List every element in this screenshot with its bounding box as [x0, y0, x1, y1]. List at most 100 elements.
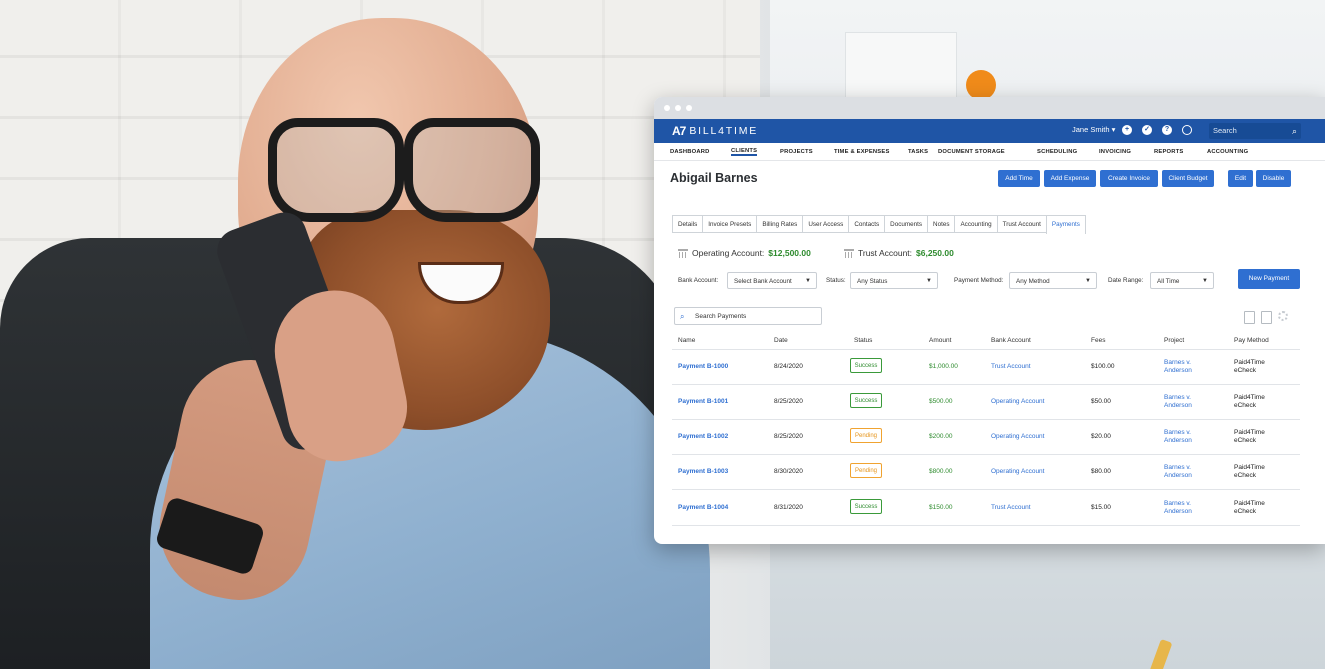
- nav-clients[interactable]: CLIENTS: [731, 148, 758, 156]
- date-range-value: All Time: [1157, 278, 1180, 285]
- row-divider: [672, 419, 1300, 420]
- project-link[interactable]: Barnes v. Anderson: [1164, 394, 1192, 409]
- bank-account-link[interactable]: Operating Account: [991, 433, 1044, 440]
- col-pay-method[interactable]: Pay Method: [1234, 337, 1269, 344]
- trust-account-summary: Trust Account: $6,250.00: [844, 248, 954, 258]
- pay-method-line: Paid4Time: [1234, 464, 1265, 471]
- plus-icon[interactable]: +: [1122, 125, 1132, 135]
- bank-account-link[interactable]: Trust Account: [991, 504, 1031, 511]
- pay-method-line: eCheck: [1234, 436, 1257, 444]
- payment-name[interactable]: Payment B-1004: [678, 504, 728, 511]
- caret-down-icon: ▼: [805, 278, 811, 284]
- tab-payments[interactable]: Payments: [1045, 215, 1086, 234]
- search-payments-input[interactable]: ⌕ Search Payments: [674, 307, 822, 325]
- edit-button[interactable]: Edit: [1228, 170, 1253, 187]
- payment-date: 8/24/2020: [774, 363, 803, 370]
- user-menu[interactable]: Jane Smith ▾: [1072, 125, 1115, 134]
- brand-name: BILL4TIME: [689, 125, 759, 137]
- disable-button[interactable]: Disable: [1256, 170, 1291, 187]
- project-link[interactable]: Barnes v. Anderson: [1164, 500, 1192, 515]
- nav-reports[interactable]: REPORTS: [1154, 149, 1183, 155]
- main-nav: DASHBOARD CLIENTS PROJECTS TIME & EXPENS…: [654, 143, 1325, 161]
- tab-contacts[interactable]: Contacts: [848, 215, 886, 232]
- tab-documents[interactable]: Documents: [884, 215, 929, 232]
- window-titlebar: [654, 97, 1325, 119]
- pay-method-line: eCheck: [1234, 471, 1257, 479]
- table-tools: [1244, 311, 1288, 324]
- pay-method: Paid4Time eCheck: [1234, 394, 1265, 409]
- date-range-select[interactable]: All Time ▼: [1150, 272, 1214, 289]
- status-select[interactable]: Any Status ▼: [850, 272, 938, 289]
- nav-accounting[interactable]: ACCOUNTING: [1207, 149, 1248, 155]
- row-divider: [672, 384, 1300, 385]
- add-time-button[interactable]: Add Time: [998, 170, 1040, 187]
- nav-document-storage[interactable]: DOCUMENT STORAGE: [938, 149, 1005, 155]
- bank-account-link[interactable]: Operating Account: [991, 468, 1044, 475]
- col-project[interactable]: Project: [1164, 337, 1184, 344]
- project-line: Barnes v.: [1164, 464, 1191, 471]
- status-badge: Success: [850, 499, 882, 514]
- operating-account-label: Operating Account:: [692, 248, 765, 258]
- bank-account-select[interactable]: Select Bank Account ▼: [727, 272, 817, 289]
- help-icon[interactable]: ?: [1162, 125, 1172, 135]
- tab-user-access[interactable]: User Access: [802, 215, 850, 232]
- pinned-paper: [845, 32, 957, 104]
- tab-invoice-presets[interactable]: Invoice Presets: [702, 215, 758, 232]
- create-invoice-button[interactable]: Create Invoice: [1100, 170, 1158, 187]
- bank-icon: [844, 248, 854, 258]
- project-link[interactable]: Barnes v. Anderson: [1164, 429, 1192, 444]
- payment-name[interactable]: Payment B-1001: [678, 398, 728, 405]
- pay-method: Paid4Time eCheck: [1234, 429, 1265, 444]
- nav-invoicing[interactable]: INVOICING: [1099, 149, 1131, 155]
- check-icon[interactable]: ✓: [1142, 125, 1152, 135]
- payment-name[interactable]: Payment B-1002: [678, 433, 728, 440]
- tab-billing-rates[interactable]: Billing Rates: [756, 215, 804, 232]
- logo[interactable]: A7 BILL4TIME: [672, 124, 758, 138]
- payment-filters: Bank Account: Select Bank Account ▼ Stat…: [678, 272, 1325, 290]
- app-header: A7 BILL4TIME Jane Smith ▾ + ✓ ? Search ⌕: [654, 119, 1325, 143]
- status-value: Any Status: [857, 278, 888, 285]
- tab-accounting[interactable]: Accounting: [954, 215, 998, 232]
- export-excel-icon[interactable]: [1244, 311, 1255, 324]
- page-title: Abigail Barnes: [670, 171, 758, 185]
- window-dot: [686, 105, 692, 111]
- bank-account-link[interactable]: Trust Account: [991, 363, 1031, 370]
- project-line: Anderson: [1164, 401, 1192, 409]
- bank-account-link[interactable]: Operating Account: [991, 398, 1044, 405]
- payment-date: 8/31/2020: [774, 504, 803, 511]
- payment-method-select[interactable]: Any Method ▼: [1009, 272, 1097, 289]
- tab-trust-account[interactable]: Trust Account: [996, 215, 1047, 232]
- col-fees[interactable]: Fees: [1091, 337, 1105, 344]
- col-amount[interactable]: Amount: [929, 337, 951, 344]
- search-placeholder: Search: [1213, 126, 1237, 135]
- client-tabs: Details Invoice Presets Billing Rates Us…: [672, 215, 1086, 234]
- add-expense-button[interactable]: Add Expense: [1044, 170, 1096, 187]
- col-status[interactable]: Status: [854, 337, 872, 344]
- nav-projects[interactable]: PROJECTS: [780, 149, 813, 155]
- new-payment-button[interactable]: New Payment: [1238, 269, 1300, 289]
- gear-icon[interactable]: [1278, 311, 1288, 321]
- project-link[interactable]: Barnes v. Anderson: [1164, 464, 1192, 479]
- nav-scheduling[interactable]: SCHEDULING: [1037, 149, 1077, 155]
- nav-dashboard[interactable]: DASHBOARD: [670, 149, 709, 155]
- nav-time-expenses[interactable]: TIME & EXPENSES: [834, 149, 890, 155]
- operating-account-value: $12,500.00: [768, 248, 811, 258]
- client-budget-button[interactable]: Client Budget: [1162, 170, 1214, 187]
- tab-notes[interactable]: Notes: [927, 215, 956, 232]
- payment-amount: $500.00: [929, 398, 953, 405]
- pay-method: Paid4Time eCheck: [1234, 464, 1265, 479]
- tab-details[interactable]: Details: [672, 215, 704, 232]
- col-bank-account[interactable]: Bank Account: [991, 337, 1031, 344]
- clock-icon[interactable]: [1182, 125, 1192, 135]
- search-icon[interactable]: ⌕: [1292, 123, 1297, 139]
- col-name[interactable]: Name: [678, 337, 695, 344]
- pay-method-line: Paid4Time: [1234, 429, 1265, 436]
- status-badge: Pending: [850, 463, 882, 478]
- project-link[interactable]: Barnes v. Anderson: [1164, 359, 1192, 374]
- payment-name[interactable]: Payment B-1000: [678, 363, 728, 370]
- col-date[interactable]: Date: [774, 337, 788, 344]
- payment-name[interactable]: Payment B-1003: [678, 468, 728, 475]
- global-search-input[interactable]: Search ⌕: [1209, 123, 1301, 139]
- nav-tasks[interactable]: TASKS: [908, 149, 928, 155]
- export-pdf-icon[interactable]: [1261, 311, 1272, 324]
